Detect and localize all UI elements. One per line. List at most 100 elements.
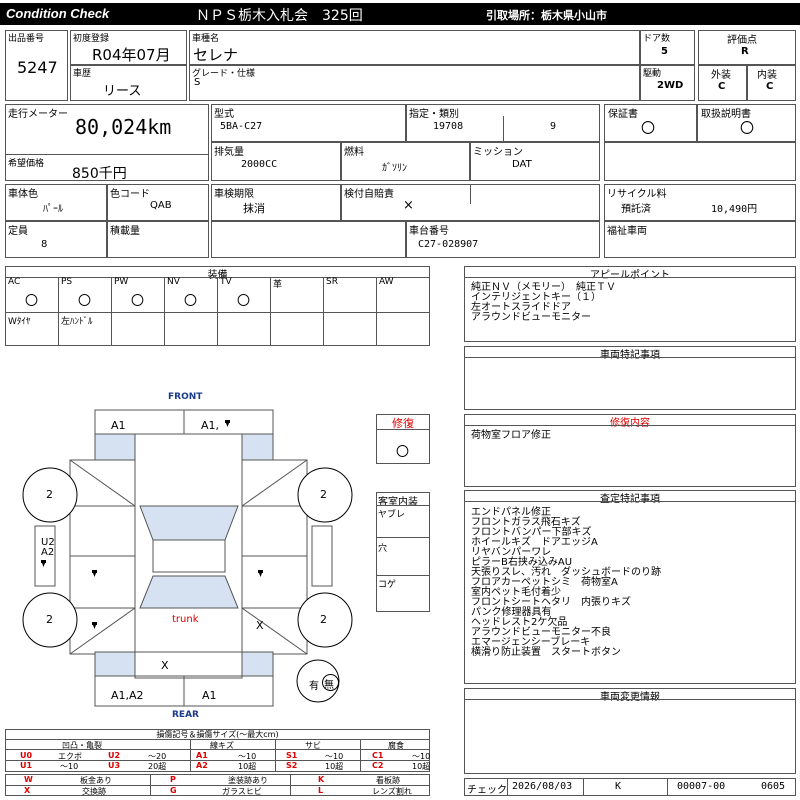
footer-number-2: 0605: [761, 781, 786, 792]
legend-code: S1: [286, 751, 298, 760]
rear-left-mark: A1,A2: [111, 689, 144, 702]
legend-header: 腐食: [388, 741, 404, 750]
rear-right-panel-mark: X: [256, 619, 264, 632]
chassis-value: C27-028907: [418, 239, 479, 250]
front-right-mark: A1,: [201, 419, 220, 432]
repair-mark: 〇: [396, 445, 410, 460]
equip-wtire-label: Wﾀｲﾔ: [8, 317, 31, 327]
check-code: K: [615, 781, 622, 792]
legend-code: A1: [196, 751, 208, 760]
legend-desc: 10超: [412, 762, 431, 771]
recycle-amount: 10,490円: [711, 204, 758, 215]
exterior-value: C: [718, 81, 726, 92]
grade-value: S: [194, 77, 201, 88]
history-value: リース: [103, 84, 142, 99]
equip-pw-label: PW: [114, 277, 129, 287]
equip-tv-mark: 〇: [237, 294, 251, 309]
grade-label: グレード・仕様: [192, 69, 256, 79]
warranty-mark: 〇: [641, 121, 655, 137]
color-value: ﾊﾟｰﾙ: [43, 204, 63, 215]
front-left-mark: A1: [111, 419, 126, 432]
tire-fl-mark: 2: [46, 488, 53, 501]
change-title: 車両変更情報: [600, 692, 660, 703]
legend-desc: ガラスヒビ: [222, 787, 262, 796]
legend-code: P: [170, 775, 176, 784]
front-label: FRONT: [168, 392, 203, 402]
car-diagram: [22, 409, 353, 707]
legend-header: 線キズ: [210, 741, 234, 750]
special-title: 車両特記事項: [600, 350, 660, 361]
legend-code: U2: [108, 751, 121, 760]
recycle-label: リサイクル料: [607, 189, 667, 200]
interior-value: C: [766, 81, 774, 92]
rating-label: 評価点: [727, 35, 757, 46]
lot-label: 出品番号: [8, 34, 45, 44]
legend-code: G: [170, 786, 177, 795]
car-name-box: [189, 30, 640, 65]
cabin-item: コゲ: [378, 580, 397, 590]
legend-desc: 塗装跡あり: [228, 776, 268, 785]
footer-number: 00007-00: [677, 781, 726, 792]
cabin-item: ヤブレ: [378, 510, 406, 520]
trunk-label: trunk: [172, 614, 199, 625]
warranty-label: 保証書: [608, 109, 638, 120]
doors-label: ドア数: [643, 34, 671, 44]
check-date: 2026/08/03: [512, 781, 573, 792]
color-code-label: 色コード: [110, 189, 150, 200]
condition-check-title: Condition Check: [6, 6, 110, 21]
legend-code: C1: [372, 751, 384, 760]
equip-ps-mark: 〇: [78, 294, 92, 309]
legend-desc: 10超: [238, 762, 257, 771]
equip-lefthandle-label: 左ﾊﾝﾄﾞﾙ: [61, 317, 93, 327]
rear-right-mark: A1: [202, 689, 217, 702]
legend-code: A2: [196, 761, 208, 770]
equip-nv-mark: 〇: [184, 294, 198, 309]
legend-desc: 看板跡: [376, 776, 400, 785]
grade-box: [189, 65, 640, 101]
doors-value: 5: [661, 46, 668, 57]
displacement-value: 2000CC: [241, 159, 278, 170]
legend-desc: 板金あり: [80, 776, 112, 785]
capacity-label: 定員: [8, 226, 28, 237]
tire-rl-mark: 2: [46, 613, 53, 626]
appeal-line: アラウンドビューモニター: [471, 312, 591, 323]
smoke-no-mark: 無: [324, 680, 334, 691]
legend-code: L: [318, 786, 324, 795]
equip-ac-label: AC: [8, 277, 21, 287]
designation-label: 指定・類別: [409, 109, 459, 120]
fuel-value: ｶﾞｿﾘﾝ: [382, 163, 407, 174]
mirror-left-mark: U2 A2: [41, 537, 55, 558]
equip-pw-mark: 〇: [131, 294, 145, 309]
color-label: 車体色: [8, 189, 38, 200]
equip-ac-mark: 〇: [25, 294, 39, 309]
exterior-label: 外装: [711, 70, 731, 81]
legend-code: U0: [20, 751, 33, 760]
legend-header: サビ: [305, 741, 321, 750]
blank-right-box: [604, 142, 796, 181]
desired-label: 希望価格: [8, 159, 45, 169]
model-label: 型式: [214, 109, 234, 120]
fuel-label: 燃料: [344, 147, 364, 158]
equip-nv-label: NV: [167, 277, 180, 287]
insurance-label: 検付自賠責: [344, 189, 394, 200]
rating-value: R: [741, 46, 749, 57]
cabin-item: 穴: [378, 544, 388, 554]
interior-label: 内装: [757, 70, 777, 81]
drive-value: 2WD: [657, 80, 684, 91]
history-label: 車歴: [73, 69, 92, 79]
lot-number: 5247: [17, 58, 58, 77]
check-label: チェック: [467, 785, 507, 796]
pickup-location: 引取場所：栃木県小山市: [486, 9, 607, 22]
rear-bumper-mark: X: [161, 659, 169, 672]
mission-label: ミッション: [473, 147, 523, 158]
mission-value: DAT: [512, 159, 532, 170]
model-value: 5BA-C27: [220, 121, 263, 132]
capacity-value: 8: [41, 239, 48, 250]
legend-code: S2: [286, 761, 298, 770]
assess-line: 横滑り防止装置 スタートボタン: [471, 647, 621, 658]
equip-ps-label: PS: [61, 277, 73, 287]
recycle-status: 預託済: [621, 204, 651, 215]
car-name-value: セレナ: [193, 46, 239, 64]
inspection-value: 抹消: [243, 202, 265, 215]
equip-sr-label: SR: [326, 277, 338, 287]
